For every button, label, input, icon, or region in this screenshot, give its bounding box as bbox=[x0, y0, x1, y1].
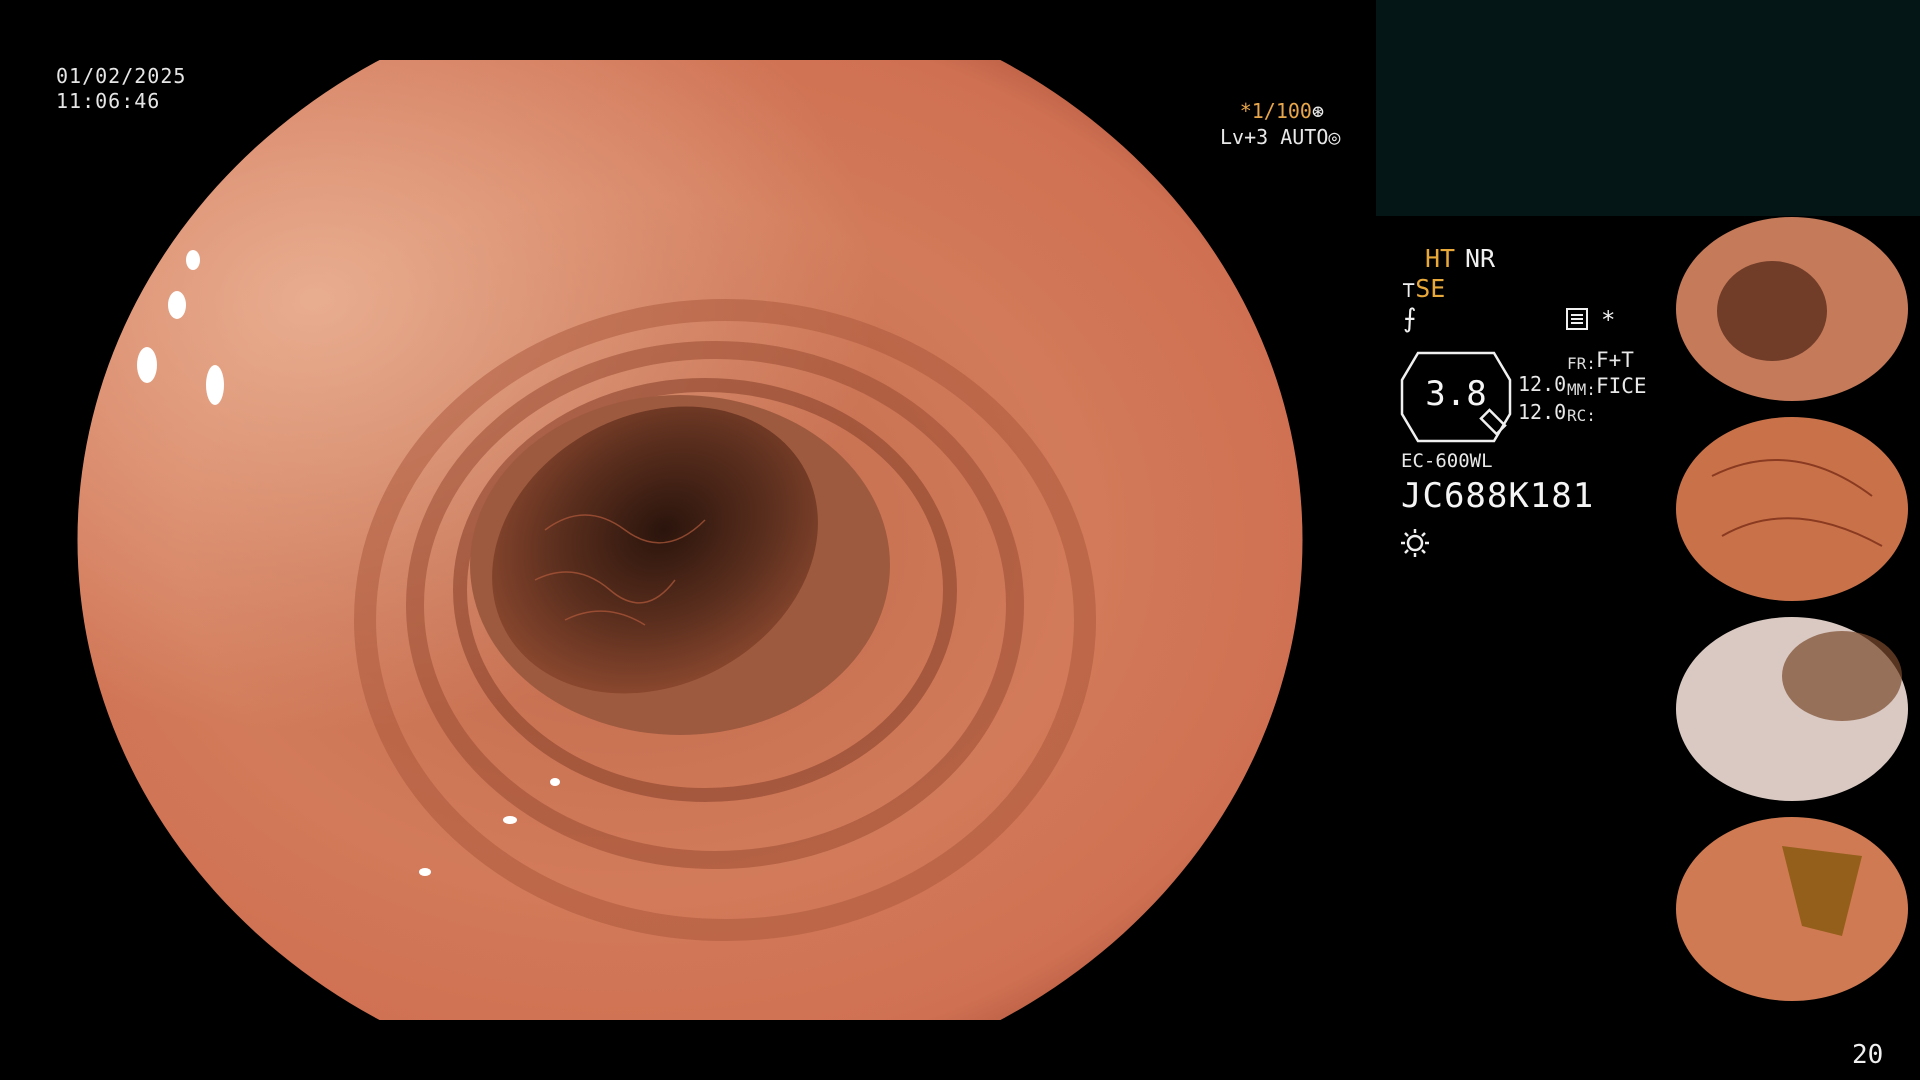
mm-label: MM: bbox=[1567, 380, 1596, 399]
fr-label: FR: bbox=[1567, 354, 1596, 373]
info-box bbox=[1376, 0, 1920, 216]
exposure-overlay: *1/100⊛ Lv+3 AUTO◎ bbox=[1220, 98, 1340, 150]
star-indicator: * bbox=[1601, 306, 1616, 334]
date-time-overlay: 01/02/2025 11:06:46 bbox=[56, 64, 186, 114]
mm-value: FICE bbox=[1596, 374, 1647, 398]
aperture-icon: ⊛ bbox=[1311, 99, 1324, 123]
se-indicator: ⊤SE bbox=[1402, 274, 1446, 303]
auto-iris-icon: ◎ bbox=[1328, 125, 1341, 149]
time-text: 11:06:46 bbox=[56, 89, 161, 113]
structure-enhance-icon: ⊤ bbox=[1402, 278, 1416, 303]
thumbnail-2[interactable] bbox=[1672, 416, 1912, 602]
freeze-icon: ⨍ bbox=[1403, 304, 1417, 334]
shutter-value: 1/100 bbox=[1251, 99, 1312, 123]
scope-serial: JC688K181 bbox=[1401, 476, 1595, 516]
thumbnail-3[interactable] bbox=[1672, 616, 1912, 802]
menu-list-icon bbox=[1566, 308, 1588, 330]
ht-indicator: HT bbox=[1425, 244, 1456, 273]
rc-label: RC: bbox=[1567, 406, 1596, 425]
brightness-icon bbox=[1401, 529, 1429, 557]
fr-value: F+T bbox=[1596, 348, 1634, 372]
mm-value-top: 12.0 bbox=[1518, 372, 1567, 396]
gauge-value: 3.8 bbox=[1425, 374, 1487, 414]
date-text: 01/02/2025 bbox=[56, 64, 187, 88]
endoscope-main-view bbox=[77, 60, 1303, 1020]
mm-value-bottom: 12.0 bbox=[1518, 400, 1567, 424]
level-text: Lv+3 AUTO bbox=[1220, 125, 1329, 149]
nr-indicator: NR bbox=[1465, 244, 1496, 273]
thumbnail-1[interactable] bbox=[1672, 216, 1912, 402]
shutter-prefix: * bbox=[1239, 99, 1252, 123]
scope-model: EC-600WL bbox=[1401, 450, 1493, 472]
page-number: 20 bbox=[1852, 1040, 1884, 1070]
thumbnail-4[interactable] bbox=[1672, 816, 1912, 1002]
